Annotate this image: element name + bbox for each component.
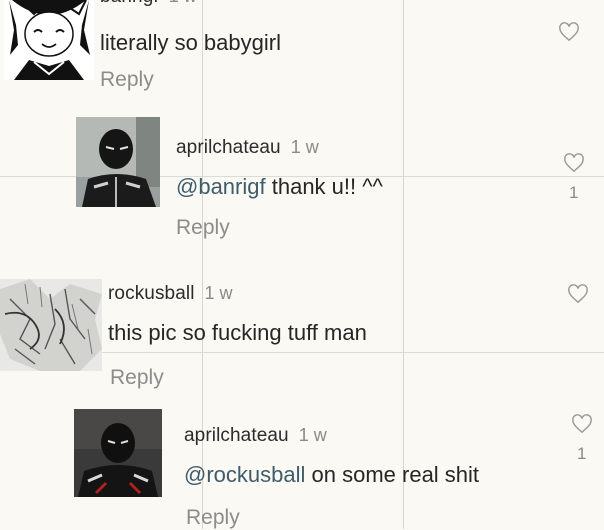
heart-icon <box>572 414 592 434</box>
avatar[interactable] <box>0 279 102 371</box>
heart-icon <box>559 22 579 42</box>
like-button[interactable] <box>558 22 580 42</box>
grid-line <box>403 0 404 529</box>
comment-text: thank u!! ^^ <box>271 174 383 199</box>
username[interactable]: aprilchateau <box>184 425 289 446</box>
comment-text: literally so babygirl <box>100 30 281 55</box>
username[interactable]: aprilchateau <box>176 137 281 158</box>
masked-figure-avatar <box>74 409 162 497</box>
avatar[interactable] <box>76 117 160 207</box>
reply-button[interactable]: Reply <box>100 68 154 92</box>
comment-body: @banrigf thank u!! ^^ <box>176 174 383 200</box>
timestamp: 1 w <box>169 0 197 6</box>
avatar[interactable] <box>74 409 162 497</box>
heart-icon <box>568 284 588 304</box>
like-count: 1 <box>577 444 587 463</box>
comment-header: banrigf 1 w <box>100 0 197 8</box>
comment-body: this pic so fucking tuff man <box>108 320 367 346</box>
timestamp: 1 w <box>298 425 327 445</box>
like-button[interactable] <box>563 153 585 173</box>
comment-body: literally so babygirl <box>100 30 281 56</box>
comment-header: rockusball 1 w <box>108 283 233 305</box>
mention-link[interactable]: @banrigf <box>176 174 266 199</box>
comment-text: on some real shit <box>311 462 480 487</box>
manga-sketch-avatar <box>0 279 102 371</box>
timestamp: 1 w <box>204 283 233 303</box>
manga-girl-avatar <box>4 0 94 80</box>
like-count: 1 <box>569 183 579 202</box>
reply-button[interactable]: Reply <box>186 506 240 530</box>
comment-text: this pic so fucking tuff man <box>108 320 367 345</box>
avatar[interactable] <box>4 0 94 80</box>
timestamp: 1 w <box>290 137 319 157</box>
grid-line <box>202 0 203 529</box>
heart-icon <box>564 153 584 173</box>
comment-body: @rockusball on some real shit <box>184 462 479 488</box>
username[interactable]: banrigf <box>100 0 159 7</box>
mention-link[interactable]: @rockusball <box>184 462 305 487</box>
comment-header: aprilchateau 1 w <box>184 425 327 447</box>
username[interactable]: rockusball <box>108 283 195 304</box>
masked-figure-avatar <box>76 117 160 207</box>
like-button[interactable] <box>571 414 593 434</box>
comment-header: aprilchateau 1 w <box>176 137 319 159</box>
reply-button[interactable]: Reply <box>110 366 164 390</box>
like-button[interactable] <box>567 284 589 304</box>
reply-button[interactable]: Reply <box>176 216 230 240</box>
